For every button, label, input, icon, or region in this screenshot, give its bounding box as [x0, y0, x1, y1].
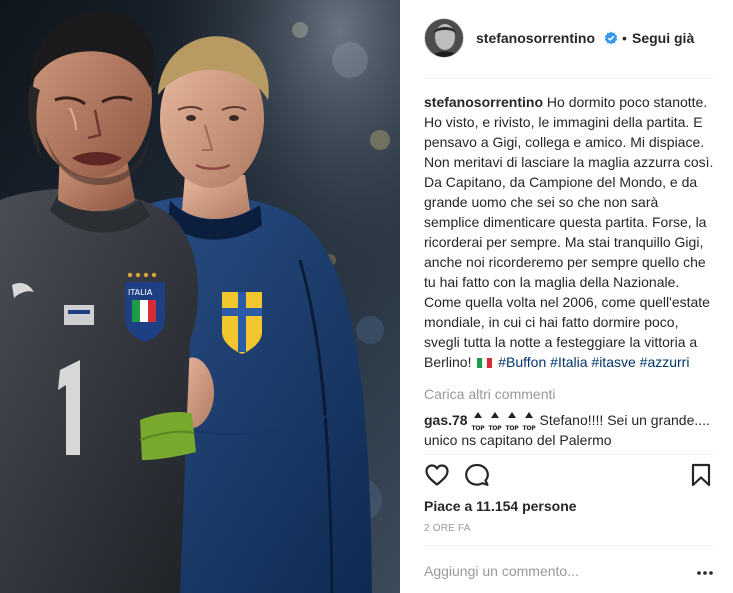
hashtag-link[interactable]: #Buffon [498, 354, 546, 370]
comments-divider [424, 454, 713, 455]
hashtag-link[interactable]: #itasve [591, 354, 635, 370]
footer-divider [424, 545, 713, 546]
post-details-panel: stefanosorrentino • Segui già stefanosor… [400, 0, 733, 593]
avatar-image [425, 19, 463, 57]
header-divider [424, 78, 713, 79]
post-caption: stefanosorrentino Ho dormito poco stanot… [424, 92, 716, 372]
header-separator-dot: • [622, 30, 627, 46]
post-timestamp[interactable]: 2 ORE FA [424, 523, 471, 534]
top-emoji-icon: TOP [505, 412, 520, 432]
author-avatar[interactable] [424, 18, 464, 58]
comment-icon[interactable] [464, 462, 490, 488]
likes-count[interactable]: Piace a 11.154 persone [424, 498, 577, 514]
top-emoji-icon: TOP [471, 412, 486, 432]
caption-text: Ho dormito poco stanotte. Ho visto, e ri… [424, 94, 714, 370]
italy-flag-icon [477, 358, 493, 368]
following-button[interactable]: Segui già [632, 30, 694, 46]
svg-text:ITALIA: ITALIA [128, 288, 153, 297]
bookmark-icon[interactable] [688, 462, 714, 488]
top-emoji-icon: TOP [522, 412, 537, 432]
post-photo[interactable]: ITALIA [0, 0, 400, 593]
more-options-icon[interactable] [696, 564, 714, 582]
verified-badge-icon [604, 31, 618, 45]
top-emoji-icon: TOP [488, 412, 503, 432]
author-username-link[interactable]: stefanosorrentino [476, 30, 595, 46]
hashtag-link[interactable]: #Italia [550, 354, 587, 370]
caption-author-link[interactable]: stefanosorrentino [424, 94, 543, 110]
hashtag-link[interactable]: #azzurri [640, 354, 690, 370]
post-actions-bar [400, 462, 733, 492]
post-header: stefanosorrentino • Segui già [400, 0, 733, 78]
post-image-illustration: ITALIA [0, 0, 400, 593]
add-comment-input[interactable] [424, 563, 684, 579]
load-more-comments-link[interactable]: Carica altri commenti [424, 386, 555, 402]
heart-icon[interactable] [424, 462, 450, 488]
comment-item: gas.78 TOP TOP TOP TOP Stefano!!!! Sei un gr… [424, 410, 716, 450]
comment-author-link[interactable]: gas.78 [424, 412, 468, 428]
